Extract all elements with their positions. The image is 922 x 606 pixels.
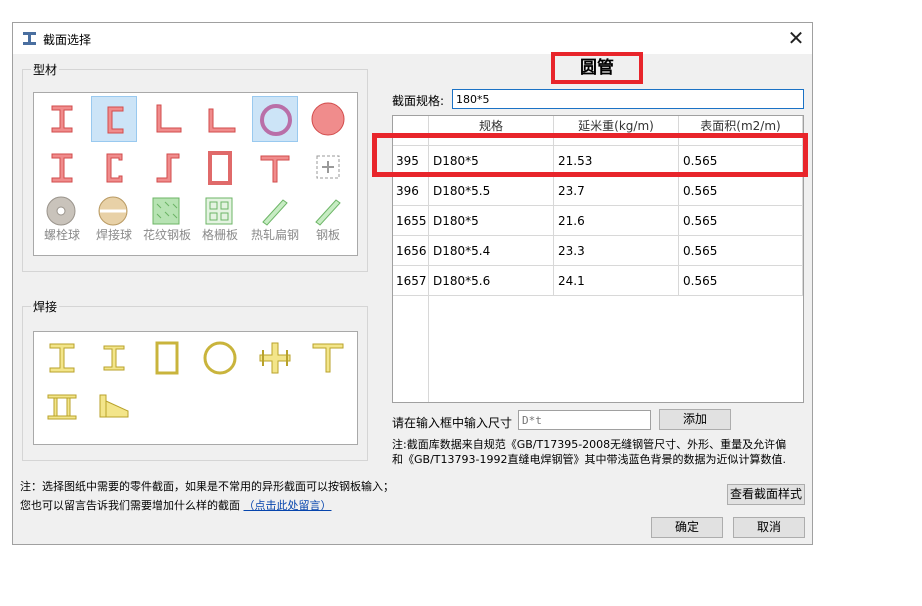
title-bar: 截面选择 ✕	[13, 23, 812, 54]
welded-tapered-icon[interactable]	[91, 384, 137, 430]
h-section-icon[interactable]	[39, 145, 85, 191]
row-area: 0.565	[679, 236, 803, 266]
row-spec: D180*5.6	[429, 266, 554, 296]
window-title: 截面选择	[43, 33, 92, 47]
table-row[interactable]: 396 D180*5.5 23.7 0.565	[393, 176, 803, 206]
spec-label: 截面规格:	[392, 94, 445, 108]
header-area[interactable]: 表面积(m2/m)	[679, 116, 803, 146]
row-id: 1657	[393, 266, 429, 296]
bolt-ball-icon[interactable]: 螺栓球	[39, 196, 85, 243]
t-section-icon[interactable]	[252, 145, 298, 191]
footer-note: 注：选择图纸中需要的零件截面，如果是不常用的异形截面可以按钢板输入；	[20, 480, 394, 493]
hot-rolled-flat-icon[interactable]: 热轧扁钢	[251, 197, 299, 243]
steel-plate-icon[interactable]: 钢板	[305, 197, 351, 243]
add-custom-icon[interactable]	[305, 145, 351, 191]
angle-icon[interactable]	[144, 96, 190, 142]
unequal-angle-icon[interactable]	[197, 96, 243, 142]
steel-plate-caption: 钢板	[315, 228, 340, 242]
welded-ring-icon[interactable]	[197, 335, 243, 381]
rect-tube-icon[interactable]	[197, 145, 243, 191]
weld-ball-icon[interactable]: 焊接球	[91, 196, 137, 243]
row-weight: 23.3	[554, 236, 679, 266]
header-spec[interactable]: 规格	[429, 116, 554, 146]
row-header-column	[393, 296, 429, 402]
close-button[interactable]: ✕	[782, 24, 810, 52]
checker-plate-icon[interactable]: 花纹钢板	[143, 197, 191, 243]
welded-t-icon[interactable]	[305, 335, 351, 381]
leave-message-link[interactable]: （点击此处留言）	[244, 499, 332, 512]
table-row[interactable]: 1657 D180*5.6 24.1 0.565	[393, 266, 803, 296]
round-tube-icon[interactable]	[252, 96, 298, 142]
cancel-button[interactable]: 取消	[733, 517, 805, 538]
footer-note2-row: 您也可以留言告诉我们需要增加什么样的截面 （点击此处留言）	[20, 497, 332, 513]
welded-group-label: 焊接	[31, 298, 60, 315]
welded-double-icon[interactable]	[39, 384, 85, 430]
app-icon	[23, 32, 36, 45]
row-weight: 24.1	[554, 266, 679, 296]
channel-icon[interactable]	[91, 96, 137, 142]
ok-button[interactable]: 确定	[651, 517, 723, 538]
row-spec: D180*5.4	[429, 236, 554, 266]
row-spec: D180*5	[429, 146, 554, 176]
footer-note2: 您也可以留言告诉我们需要增加什么样的截面	[20, 499, 240, 512]
row-spec: D180*5.5	[429, 176, 554, 206]
row-id: 395	[393, 146, 429, 176]
table-row[interactable]: 395 D180*5 21.53 0.565	[393, 146, 803, 176]
row-area: 0.565	[679, 266, 803, 296]
table-row[interactable]: 1655 D180*5 21.6 0.565	[393, 206, 803, 236]
c-channel-icon[interactable]	[91, 145, 137, 191]
source-note-line1: 注:截面库数据来自规范《GB/T17395-2008无缝钢管尺寸、外形、重量及允…	[392, 438, 787, 451]
view-section-style-button[interactable]: 查看截面样式	[727, 484, 805, 505]
header-weight[interactable]: 延米重(kg/m)	[554, 116, 679, 146]
header-id	[393, 116, 429, 146]
row-area: 0.565	[679, 146, 803, 176]
row-weight: 23.7	[554, 176, 679, 206]
row-id: 1656	[393, 236, 429, 266]
section-select-dialog: 截面选择 ✕ 型材 螺栓球 焊接球 花纹钢板 格栅板 热轧扁钢 钢板 焊接 圆管…	[12, 22, 813, 545]
profiles-group-label: 型材	[31, 61, 60, 78]
section-type-heading: 圆管	[551, 52, 643, 84]
welded-cross-icon[interactable]	[252, 335, 298, 381]
size-entry-label: 请在输入框中输入尺寸	[392, 416, 513, 430]
grating-caption: 格栅板	[201, 228, 238, 242]
spec-input[interactable]	[452, 89, 804, 109]
source-note-line2: 和《GB/T13793-1992直缝电焊钢管》其中带浅蓝色背景的数据为近似计算数…	[392, 453, 786, 466]
welded-panel	[33, 331, 358, 445]
add-button[interactable]: 添加	[659, 409, 731, 430]
table-row[interactable]: 1656 D180*5.4 23.3 0.565	[393, 236, 803, 266]
row-area: 0.565	[679, 176, 803, 206]
welded-box-icon[interactable]	[144, 335, 190, 381]
row-area: 0.565	[679, 206, 803, 236]
size-input[interactable]	[518, 410, 651, 430]
profiles-panel: 螺栓球 焊接球 花纹钢板 格栅板 热轧扁钢 钢板	[33, 92, 358, 256]
welded-h-icon[interactable]	[91, 335, 137, 381]
round-bar-icon[interactable]	[305, 96, 351, 142]
row-spec: D180*5	[429, 206, 554, 236]
row-weight: 21.6	[554, 206, 679, 236]
grating-icon[interactable]: 格栅板	[197, 197, 243, 243]
i-beam-icon[interactable]	[39, 96, 85, 142]
section-table: 规格 延米重(kg/m) 表面积(m2/m) 395 D180*5 21.53 …	[392, 115, 804, 403]
z-section-icon[interactable]	[144, 145, 190, 191]
table-header: 规格 延米重(kg/m) 表面积(m2/m)	[393, 116, 803, 146]
row-id: 396	[393, 176, 429, 206]
row-weight: 21.53	[554, 146, 679, 176]
row-id: 1655	[393, 206, 429, 236]
welded-i-icon[interactable]	[39, 335, 85, 381]
